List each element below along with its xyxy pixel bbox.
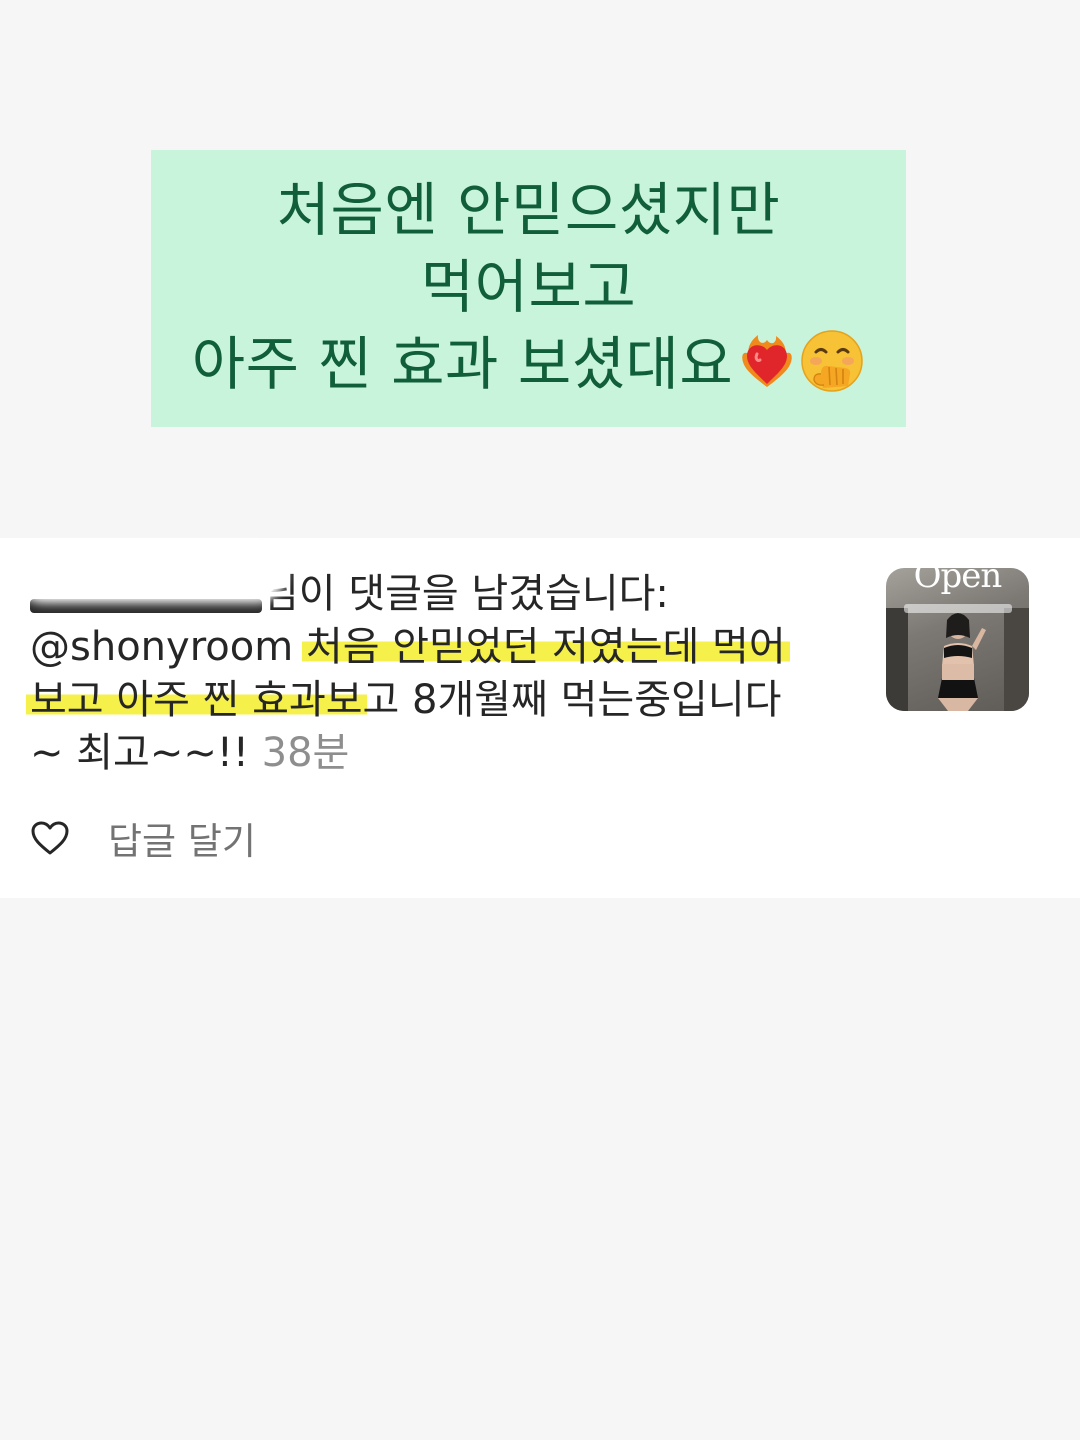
mention-link[interactable]: @shonyroom [30, 624, 293, 670]
comment-line-3: 보고 아주 찐 효과보고 8개월째 먹는중입니다 [26, 674, 860, 727]
thumbnail-title: Open [913, 568, 1003, 596]
comment-notification[interactable]: 님이 댓글을 남겼습니다: @shonyroom 처음 안믿었던 저였는데 먹어… [0, 538, 1080, 898]
comment-action-text: 님이 댓글을 남겼습니다: [262, 571, 669, 617]
caption-line-3-text: 아주 찐 효과 보셨대요 [191, 330, 734, 398]
comment-body: 님이 댓글을 남겼습니다: @shonyroom 처음 안믿었던 저였는데 먹어… [20, 549, 860, 780]
heart-on-fire-emoji [737, 332, 797, 411]
heart-outline-icon[interactable] [30, 820, 70, 856]
hand-over-mouth-face-emoji [799, 328, 865, 413]
comment-text-end: ~ 최고~~!! [30, 730, 249, 776]
caption-line-2: 먹어보고 [420, 253, 637, 321]
comment-timestamp: 38분 [261, 730, 350, 776]
redacted-username [20, 549, 280, 613]
comment-line-2: @shonyroom 처음 안믿었던 저였는데 먹어 [30, 621, 860, 674]
comment-line-4: ~ 최고~~!! 38분 [30, 727, 860, 780]
thumbnail-subtitle-bar [904, 604, 1012, 613]
highlighted-text-2: 보고 아주 찐 효과보 [26, 677, 367, 723]
highlighted-text-1: 처음 안믿었던 저였는데 먹어 [301, 624, 790, 670]
caption-card: 처음엔 안믿으셨지만 먹어보고 아주 찐 효과 보셨대요 [151, 150, 906, 427]
comment-actions: 답글 달기 [30, 816, 256, 863]
comment-line-1: 님이 댓글을 남겼습니다: [20, 549, 860, 621]
caption-line-3: 아주 찐 효과 보셨대요 [151, 326, 906, 413]
reply-button[interactable]: 답글 달기 [108, 811, 256, 865]
post-thumbnail[interactable]: Open [886, 568, 1029, 711]
caption-line-1: 처음엔 안믿으셨지만 [276, 176, 781, 244]
comment-text-rest: 고 8개월째 먹는중입니다 [362, 677, 782, 723]
